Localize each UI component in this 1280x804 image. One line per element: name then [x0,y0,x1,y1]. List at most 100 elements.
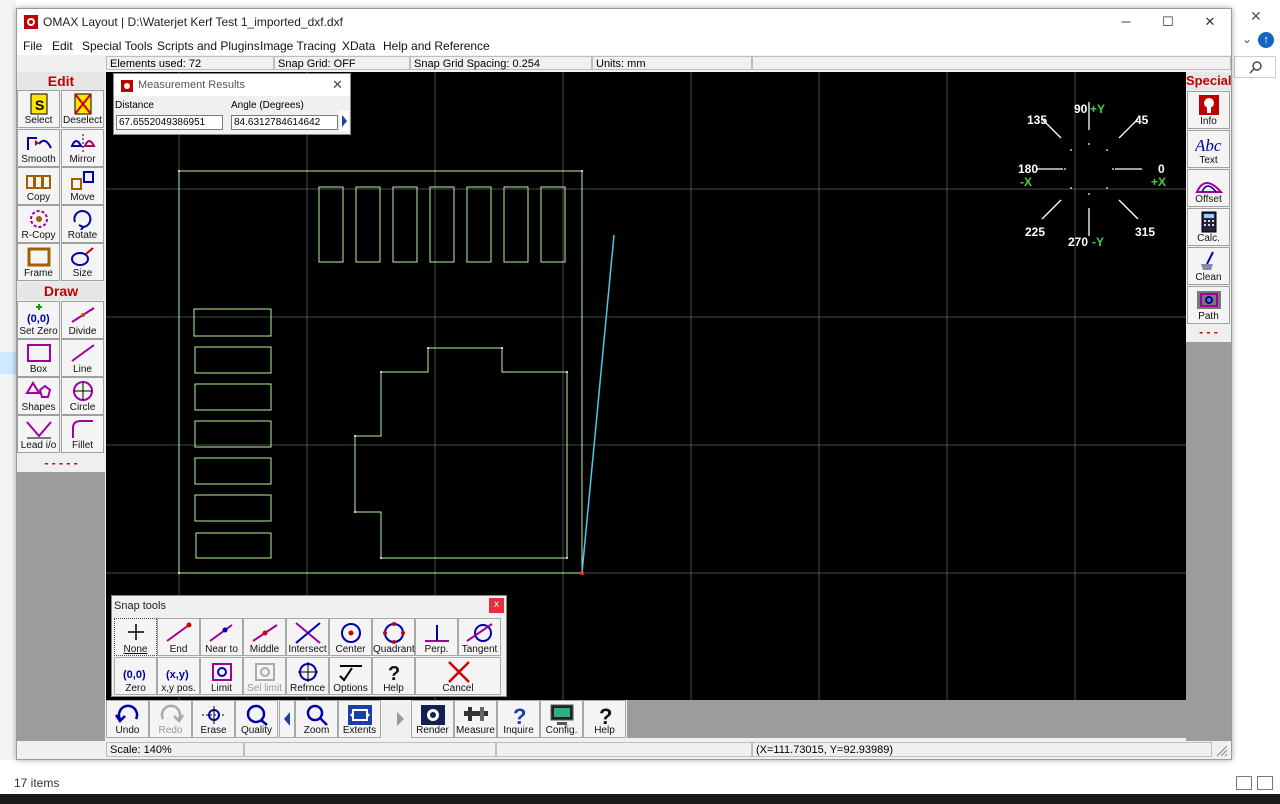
text-tool[interactable]: Abc Text [1187,130,1230,168]
snap-center[interactable]: Center [329,618,372,656]
status-bar: Scale: 140% (X=111.73015, Y=92.93989) [17,741,1231,759]
help-button[interactable]: ? Help [583,700,626,738]
deselect-tool[interactable]: Deselect [61,90,104,128]
move-tool[interactable]: Move [61,167,104,205]
snap-zero[interactable]: (0,0) Zero [114,657,157,695]
explorer-nav-button[interactable]: ↑ [1258,32,1274,48]
measure-button[interactable]: Measure [454,700,497,738]
search-icon [1249,61,1262,74]
mirror-tool[interactable]: Mirror [61,129,104,167]
menu-scripts-plugins[interactable]: Scripts and Plugins [157,39,260,53]
select-tool[interactable]: S Select [17,90,60,128]
set-zero-tool[interactable]: (0,0) Set Zero [17,301,60,339]
snap-sel-limit[interactable]: Sel limit [243,657,286,695]
svg-text:?: ? [513,704,526,727]
menu-help-reference[interactable]: Help and Reference [383,39,490,53]
rcopy-tool[interactable]: R-Copy [17,205,60,243]
config-button[interactable]: Config. [540,700,583,738]
snap-xy-pos[interactable]: (x,y) x,y pos. [157,657,200,695]
elements-used: Elements used: 72 [106,56,274,70]
info-icon [1199,95,1219,115]
expand-arrow-icon[interactable] [340,111,349,131]
compass-135: 135 [1027,113,1047,127]
redo-button[interactable]: Redo [149,700,192,738]
info-bar: Elements used: 72 Snap Grid: OFF Snap Gr… [17,55,1231,72]
snap-middle[interactable]: Middle [243,618,286,656]
menu-image-tracing[interactable]: Image Tracing [260,39,336,53]
snap-close-button[interactable]: x [489,598,504,613]
box-tool[interactable]: Box [17,339,60,377]
snap-near-to[interactable]: Near to [200,618,243,656]
svg-text:(0,0): (0,0) [27,313,50,325]
snap-reference[interactable]: Refrnce [286,657,329,695]
shapes-tool[interactable]: Shapes [17,377,60,415]
undo-button[interactable]: Undo [106,700,149,738]
path-tool[interactable]: Path [1187,286,1230,324]
minimize-button[interactable]: ─ [1105,9,1147,35]
inquire-button[interactable]: ? Inquire [497,700,540,738]
snap-end[interactable]: End [157,618,200,656]
rotate-icon [73,210,92,230]
draw-palette-more[interactable]: - - - - - [17,456,105,470]
clean-tool[interactable]: Clean [1187,247,1230,285]
snap-limit-icon [212,663,232,681]
snap-cancel[interactable]: Cancel [415,657,501,695]
maximize-button[interactable]: ☐ [1147,9,1189,35]
quality-button[interactable]: Quality [235,700,278,738]
measurement-title: Measurement Results [138,79,245,91]
snap-tangent[interactable]: Tangent [458,618,501,656]
close-button[interactable]: ✕ [1189,9,1231,35]
resize-grip-icon[interactable] [1216,745,1228,757]
circle-tool[interactable]: Circle [61,377,104,415]
distance-field[interactable] [116,115,223,130]
view-details-icon[interactable] [1236,776,1252,790]
rotate-tool[interactable]: Rotate [61,205,104,243]
snap-limit[interactable]: Limit [200,657,243,695]
info-tool[interactable]: Info [1187,91,1230,129]
calc-tool[interactable]: Calc. [1187,208,1230,246]
snap-options[interactable]: Options [329,657,372,695]
size-tool[interactable]: Size [61,243,104,281]
snap-intersect[interactable]: Intersect [286,618,329,656]
scroll-right-arrow[interactable] [392,700,408,738]
deselect-icon [74,93,92,115]
draw-palette-title: Draw [17,282,105,300]
snap-none[interactable]: None [114,618,157,656]
snap-options-icon [339,665,362,682]
distance-label: Distance [115,100,154,111]
special-palette-more[interactable]: - - - [1186,325,1231,339]
menu-file[interactable]: File [23,39,42,53]
compass-90: 90 [1074,102,1088,116]
explorer-search-box[interactable] [1234,56,1276,78]
render-button[interactable]: Render [411,700,454,738]
divide-tool[interactable]: Divide [61,301,104,339]
scroll-left-arrow[interactable] [279,700,295,738]
snap-help[interactable]: ? Help [372,657,415,695]
angle-field[interactable] [231,115,338,130]
snap-quadrant-icon [383,622,405,644]
fillet-tool[interactable]: Fillet [61,415,104,453]
scale-display: Scale: 140% [106,742,244,757]
lead-io-tool[interactable]: Lead i/o [17,415,60,453]
render-icon [421,705,445,725]
zoom-button[interactable]: Zoom [295,700,338,738]
menu-special-tools[interactable]: Special Tools [82,39,153,53]
measurement-close-icon[interactable]: ✕ [332,77,343,93]
frame-tool[interactable]: Frame [17,243,60,281]
explorer-close-icon[interactable]: ✕ [1250,8,1262,25]
snap-near-icon [209,624,233,642]
compass-plus-x: +X [1151,175,1166,189]
smooth-tool[interactable]: Smooth [17,129,60,167]
copy-tool[interactable]: Copy [17,167,60,205]
extents-button[interactable]: Extents [338,700,381,738]
line-tool[interactable]: Line [61,339,104,377]
snap-quadrant[interactable]: Quadrant [372,618,415,656]
menu-xdata[interactable]: XData [342,39,375,53]
menu-edit[interactable]: Edit [52,39,73,53]
angle-label: Angle (Degrees) [231,100,304,111]
view-tiles-icon[interactable] [1257,776,1273,790]
offset-tool[interactable]: Offset [1187,169,1230,207]
snap-perpendicular[interactable]: Perp. [415,618,458,656]
erase-button[interactable]: Erase [192,700,235,738]
explorer-chevron-icon[interactable]: ⌄ [1242,32,1252,46]
